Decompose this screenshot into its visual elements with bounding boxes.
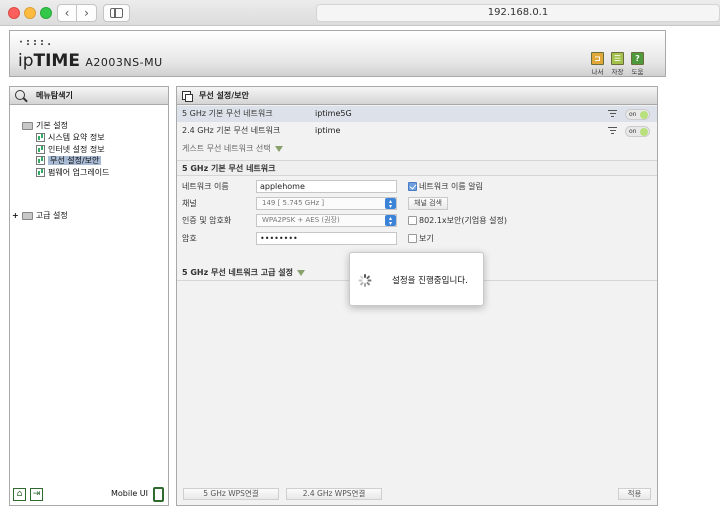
header-button-label: 도움 <box>631 68 644 76</box>
toggle-24g[interactable]: on <box>625 126 650 137</box>
menu-item-basic-settings[interactable]: 기본 설정 <box>22 120 68 131</box>
sidebar-toggle-button[interactable] <box>103 4 130 22</box>
filter-icon[interactable] <box>608 110 617 118</box>
header-button-label: 자장 <box>611 68 624 76</box>
mobile-ui-link[interactable]: Mobile UI <box>111 489 148 498</box>
magnifier-icon <box>15 90 25 100</box>
save-icon: ☰ <box>611 52 624 65</box>
back-button[interactable]: ‹ <box>57 4 77 22</box>
chevron-right-icon: › <box>84 6 89 20</box>
header-button-label: 나서 <box>591 68 604 76</box>
wps-24g-button[interactable]: 2.4 GHz WPS연결 <box>286 488 382 500</box>
broadcast-ssid-checkbox[interactable] <box>408 182 417 191</box>
wireless-page-icon <box>36 156 45 165</box>
folder-icon <box>21 211 33 220</box>
browser-toolbar: ‹ › 192.168.0.1 <box>0 0 720 26</box>
folder-icon <box>22 121 33 130</box>
brand-main: TIME <box>33 51 80 71</box>
menu-item-system-summary[interactable]: 시스템 요약 정보 <box>36 132 105 143</box>
menu-item-wireless-security[interactable]: 무선 설정/보안 <box>36 155 102 166</box>
network-row-24g[interactable]: 2.4 GHz 기본 무선 네트워크 iptime on <box>177 123 657 139</box>
channel-row: 채널 149 [ 5.745 GHz ] ▴ ▾ 채널 검색 <box>177 195 657 212</box>
model-name: A2003NS-MU <box>85 56 163 69</box>
menu-title: 메뉴탐색기 <box>10 87 168 105</box>
sidebar-icon <box>110 8 123 18</box>
header-button-1[interactable]: ☰ 자장 <box>609 52 626 76</box>
network-name-row: 네트워크 이름 applehome 네트워크 이름 알림 <box>182 180 483 193</box>
dropdown-triangle-icon <box>297 269 306 276</box>
channel-select[interactable]: 149 [ 5.745 GHz ] ▴ ▾ <box>256 197 397 210</box>
network-name-input[interactable]: applehome <box>256 180 397 193</box>
close-window-button[interactable] <box>8 7 20 19</box>
window-icon <box>182 91 193 102</box>
toggle-5g[interactable]: on <box>625 109 650 120</box>
spinner-icon <box>358 274 371 287</box>
menu-item-firmware-upgrade[interactable]: 펌웨어 업그레이드 <box>36 167 109 178</box>
select-arrow-icon: ▴ ▾ <box>385 215 396 227</box>
logout-icon: ⊐ <box>591 52 604 65</box>
page-icon <box>36 145 45 154</box>
help-icon: ? <box>631 52 644 65</box>
header-button-0[interactable]: ⊐ 나서 <box>589 52 606 76</box>
dot1x-checkbox[interactable] <box>408 216 417 225</box>
wps-5g-button[interactable]: 5 GHz WPS연결 <box>183 488 279 500</box>
expand-icon: + <box>12 211 19 220</box>
menu-footer: ⌂ ⇥ Mobile UI <box>10 485 168 505</box>
url-text: 192.168.0.1 <box>487 7 549 18</box>
zoom-window-button[interactable] <box>40 7 52 19</box>
password-row: 암호 •••••••• 보기 <box>182 232 434 245</box>
password-input[interactable]: •••••••• <box>256 232 397 245</box>
menu-explorer: 메뉴탐색기 기본 설정 시스템 요약 정보 인터넷 설정 정보 무선 설정/보안… <box>9 86 169 506</box>
guest-network-selector[interactable]: 게스트 무선 네트워크 선택 <box>177 141 657 157</box>
address-bar[interactable]: 192.168.0.1 <box>316 4 720 22</box>
menu-item-internet-settings[interactable]: 인터넷 설정 정보 <box>36 144 105 155</box>
show-password-checkbox[interactable] <box>408 234 417 243</box>
select-arrow-icon: ▴ ▾ <box>385 198 396 210</box>
channel-search-button[interactable]: 채널 검색 <box>408 197 448 210</box>
help-button[interactable]: ? 도움 <box>629 52 646 76</box>
filter-icon[interactable] <box>608 127 617 135</box>
dropdown-triangle-icon <box>274 145 283 152</box>
progress-message: 설정을 진행중입니다. <box>392 276 468 286</box>
home-icon[interactable]: ⌂ <box>13 488 26 501</box>
chart-page-icon <box>36 133 45 142</box>
menu-item-advanced-settings[interactable]: + 고급 설정 <box>12 210 68 221</box>
network-row-5g[interactable]: 5 GHz 기본 무선 네트워크 iptime5G on <box>177 106 657 122</box>
apply-button[interactable]: 적용 <box>618 488 651 500</box>
section-5g-title: 5 GHz 기본 무선 네트워크 <box>177 160 657 176</box>
progress-dialog: 설정을 진행중입니다. <box>349 252 484 306</box>
minimize-window-button[interactable] <box>24 7 36 19</box>
page-icon <box>36 168 45 177</box>
auth-row: 인증 및 암호화 WPA2PSK + AES (권장) ▴ ▾ 802.1x보안(기… <box>182 214 507 227</box>
logo-dots: ·:::. <box>18 37 54 48</box>
mobile-icon[interactable] <box>153 487 164 502</box>
exit-icon[interactable]: ⇥ <box>30 488 43 501</box>
brand-prefix: ip <box>18 51 34 71</box>
auth-select[interactable]: WPA2PSK + AES (권장) ▴ ▾ <box>256 214 397 227</box>
router-header: ·:::. ipTIME A2003NS-MU ⊐ 나서 ☰ 자장 ? 도움 <box>9 30 666 77</box>
panel-title: 무선 설정/보안 <box>177 87 657 105</box>
chevron-left-icon: ‹ <box>64 6 70 20</box>
forward-button[interactable]: › <box>77 4 97 22</box>
brand-logo: ipTIME A2003NS-MU <box>18 51 163 71</box>
